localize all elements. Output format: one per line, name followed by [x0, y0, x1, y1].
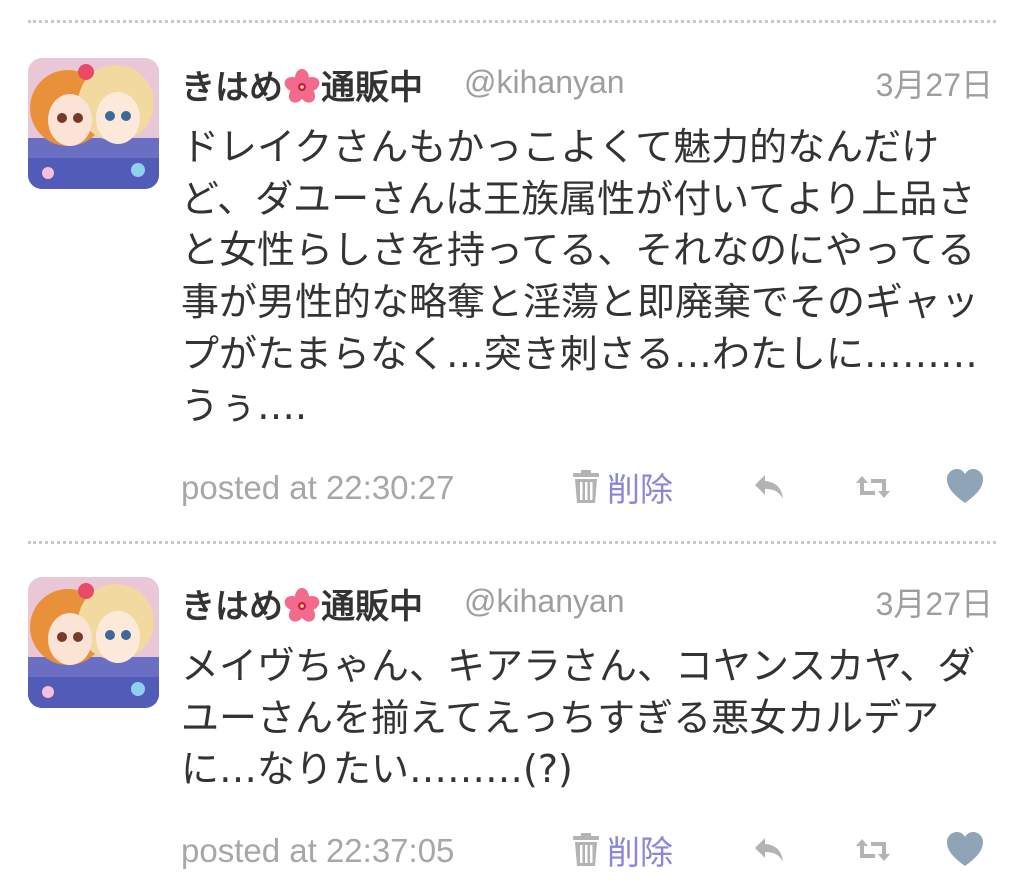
delete-button[interactable]: 削除: [571, 828, 673, 872]
tweet-meta: posted at 22:30:27 削除: [181, 465, 996, 515]
posted-timestamp: posted at 22:37:05: [181, 832, 455, 869]
like-button[interactable]: [945, 467, 985, 507]
reply-button[interactable]: [751, 467, 791, 507]
divider: [28, 541, 996, 544]
display-name-prefix: きはめ: [181, 587, 283, 627]
display-name[interactable]: きはめ 通販中: [181, 60, 423, 109]
hibiscus-flower-icon: [284, 69, 320, 103]
user-handle[interactable]: @kihanyan: [464, 583, 625, 620]
retweet-icon: [856, 476, 890, 498]
trash-icon: [573, 470, 599, 503]
hibiscus-flower-icon: [284, 588, 320, 622]
reply-button[interactable]: [751, 830, 791, 870]
delete-label: 削除: [607, 833, 673, 872]
heart-icon: [947, 832, 983, 866]
retweet-button[interactable]: [853, 467, 893, 507]
user-handle[interactable]: @kihanyan: [464, 64, 625, 101]
tweet-meta: posted at 22:37:05 削除: [181, 828, 996, 878]
retweet-button[interactable]: [853, 830, 893, 870]
tweet-text: メイヴちゃん、キアラさん、コヤンスカヤ、ダユーさんを揃えてえっちすぎる悪女カルデ…: [181, 644, 976, 792]
delete-label: 削除: [607, 470, 673, 509]
tweet-header: きはめ 通販中 @kihanyan 3月27日: [181, 577, 993, 627]
reply-icon: [755, 475, 783, 499]
posted-timestamp: posted at 22:30:27: [181, 469, 455, 506]
display-name[interactable]: きはめ 通販中: [181, 579, 423, 628]
retweet-icon: [856, 839, 890, 861]
tweet-header: きはめ 通販中 @kihanyan 3月27日: [181, 58, 993, 108]
divider: [28, 20, 996, 23]
trash-icon: [573, 833, 599, 866]
tweet-date[interactable]: 3月27日: [876, 579, 993, 625]
heart-icon: [947, 469, 983, 503]
delete-button[interactable]: 削除: [571, 465, 673, 509]
tweet-date[interactable]: 3月27日: [876, 60, 993, 106]
tweet-text: ドレイクさんもかっこよくて魅力的なんだけど、ダユーさんは王族属性が付いてより上品…: [181, 125, 980, 428]
display-name-suffix: 通販中: [321, 68, 423, 108]
like-button[interactable]: [945, 830, 985, 870]
avatar[interactable]: [28, 577, 159, 708]
display-name-prefix: きはめ: [181, 68, 283, 108]
reply-icon: [755, 838, 783, 862]
display-name-suffix: 通販中: [321, 587, 423, 627]
avatar[interactable]: [28, 58, 159, 189]
